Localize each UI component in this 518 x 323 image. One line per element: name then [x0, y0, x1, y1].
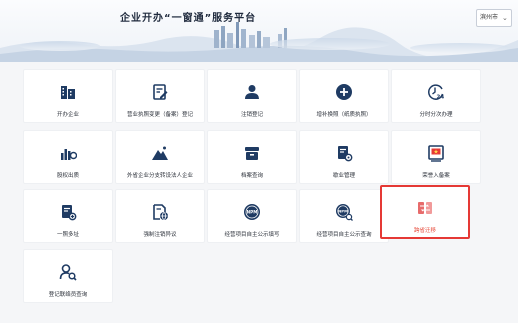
svg-text:NPM: NPM — [247, 210, 258, 215]
service-tile-branch-conversion[interactable]: 外省企业分支转设法人企业 — [115, 130, 205, 184]
header-banner: 企业开办“一窗通”服务平台 滨州市 ⌄ — [0, 0, 518, 62]
service-tile-forced-dereg-objection[interactable]: 强制注销异议 — [115, 189, 205, 243]
service-tile-deregistration[interactable]: 注销登记 — [207, 69, 297, 123]
npm-badge-icon: NPM — [244, 204, 260, 220]
service-label: 跨省迁移 — [413, 228, 436, 234]
service-label: 开办企业 — [56, 112, 79, 118]
svg-text:NPM: NPM — [338, 209, 348, 214]
document-globe-icon — [153, 204, 168, 220]
service-label: 荣誉入备案 — [422, 173, 450, 179]
service-tile-archive-query[interactable]: 档案查询 — [207, 130, 297, 184]
service-tile-multi-address[interactable]: 一照多址 — [23, 189, 113, 243]
document-plus-icon — [62, 205, 77, 221]
service-tile-license-change[interactable]: 营业执照变更（备案）登记 — [115, 69, 205, 123]
service-label: 注销登记 — [240, 112, 263, 118]
service-label: 强制注销异议 — [143, 232, 177, 238]
service-label: 经营项目自主公示填写 — [224, 232, 280, 238]
service-label: 增补换照（纸质执照） — [316, 112, 372, 118]
service-tile-business-scope-query[interactable]: NPM 经营项目自主公示查询 — [299, 189, 389, 243]
person-search-icon — [59, 264, 77, 281]
city-select[interactable]: 滨州市 ⌄ — [476, 9, 512, 27]
npm-search-icon: NPM — [336, 204, 353, 221]
service-label: 经营项目自主公示查询 — [316, 232, 372, 238]
building-icon — [61, 86, 75, 99]
service-tile-honor-filing[interactable]: 荣誉入备案 — [391, 130, 481, 184]
service-label: 一照多址 — [56, 232, 79, 238]
service-tile-business-scope-fill[interactable]: NPM 经营项目自主公示填写 — [207, 189, 297, 243]
add-circle-icon — [336, 84, 352, 100]
service-tile-cross-province-migration[interactable]: 跨省迁移 — [380, 185, 470, 239]
service-tile-timed-processing[interactable]: 24 分时分次办理 — [391, 69, 481, 123]
chart-bars-icon — [61, 149, 77, 160]
transfer-icon — [418, 202, 432, 214]
service-label: 档案查询 — [240, 173, 263, 179]
edit-document-icon — [153, 84, 168, 100]
page-title: 企业开办“一窗通”服务平台 — [120, 13, 257, 24]
service-label: 外省企业分支转设法人企业 — [126, 173, 193, 179]
service-label: 登记联络员查询 — [48, 292, 88, 298]
honor-frame-icon — [428, 145, 444, 162]
service-label: 歇业管理 — [332, 173, 355, 179]
archive-box-icon — [245, 147, 259, 160]
service-tile-open-company[interactable]: 开办企业 — [23, 69, 113, 123]
service-label: 股权出质 — [56, 173, 79, 179]
skyline-illustration — [0, 22, 518, 62]
service-label: 分时分次办理 — [419, 112, 453, 118]
service-tile-suspension[interactable]: 歇业管理 — [299, 130, 389, 184]
service-label: 营业执照变更（备案）登记 — [126, 112, 193, 118]
document-gear-icon — [338, 146, 353, 162]
person-icon — [245, 85, 259, 99]
clock-24-icon: 24 — [428, 84, 445, 101]
service-tile-liaison-query[interactable]: 登记联络员查询 — [23, 249, 113, 303]
city-select-value: 滨州市 — [480, 14, 499, 21]
service-tile-equity-pledge[interactable]: 股权出质 — [23, 130, 113, 184]
chevron-down-icon: ⌄ — [502, 14, 508, 22]
svg-text:24: 24 — [437, 95, 445, 101]
service-tile-reissue-license[interactable]: 增补换照（纸质执照） — [299, 69, 389, 123]
mountain-icon — [152, 146, 168, 160]
